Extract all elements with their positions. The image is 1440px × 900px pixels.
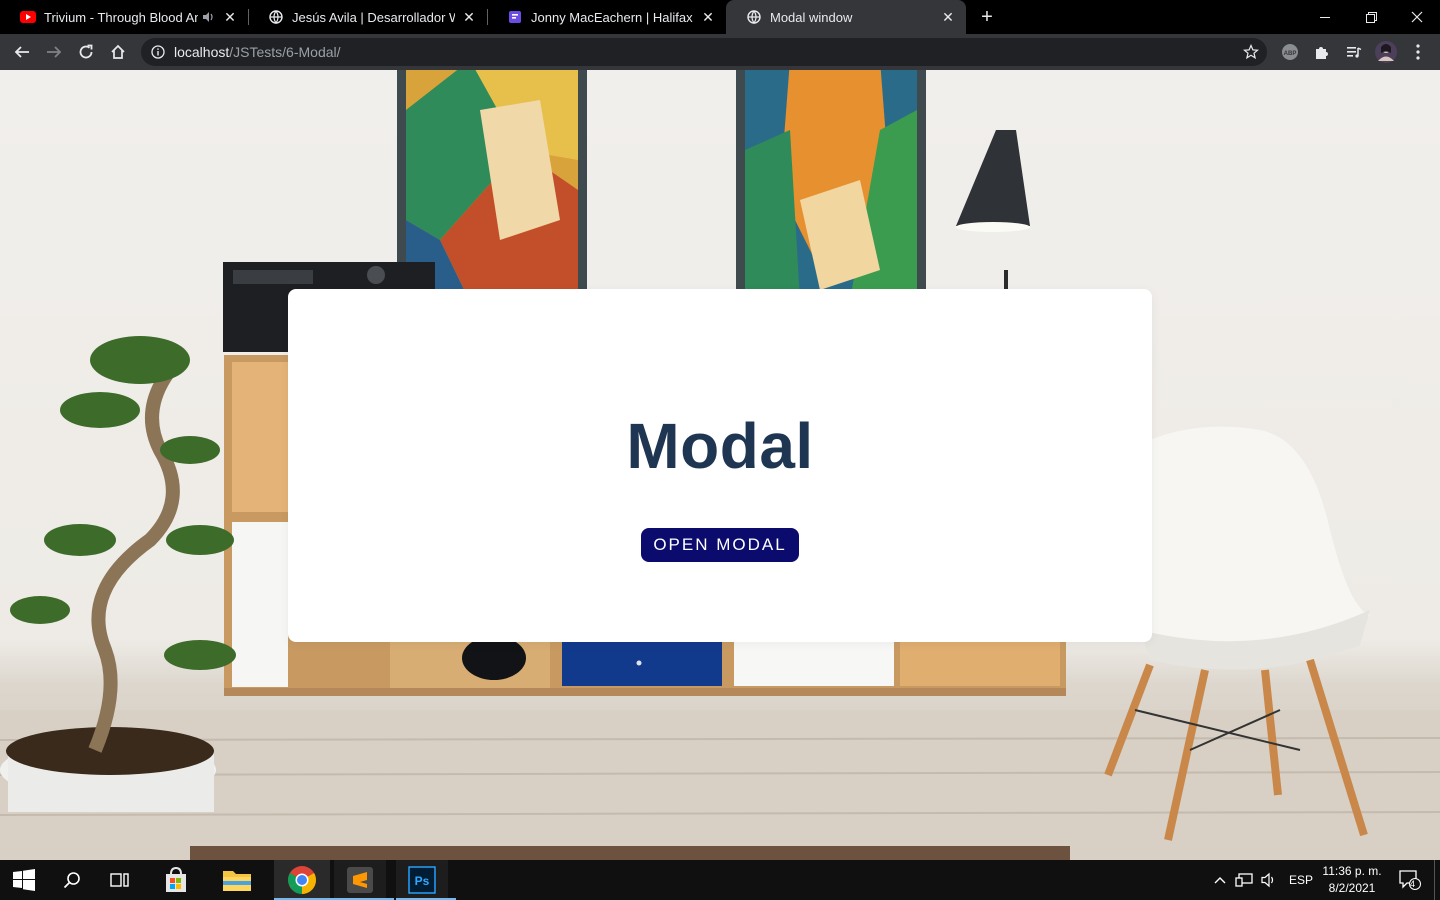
minimize-button[interactable]	[1302, 0, 1348, 34]
photoshop-icon[interactable]: Ps	[396, 860, 456, 900]
close-icon[interactable]: ✕	[222, 9, 238, 25]
search-icon[interactable]	[48, 860, 96, 900]
tab-strip: Trivium - Through Blood And ✕ Jesús Avil…	[0, 0, 1440, 34]
menu-kebab-icon[interactable]	[1407, 41, 1429, 63]
task-view-icon[interactable]	[96, 860, 144, 900]
globe-icon	[746, 9, 762, 25]
new-tab-button[interactable]: +	[976, 6, 998, 28]
tab-jonny-maceachern[interactable]: Jonny MacEachern | Halifax Word ✕	[487, 0, 726, 34]
tab-title: Modal window	[770, 9, 853, 25]
forward-button[interactable]	[40, 38, 68, 66]
reload-button[interactable]	[72, 38, 100, 66]
site-info-icon[interactable]	[150, 44, 166, 60]
language-indicator[interactable]: ESP	[1289, 873, 1313, 887]
bookmark-star-icon[interactable]	[1242, 43, 1260, 60]
modal-card: Modal OPEN MODAL	[288, 289, 1152, 642]
show-desktop-button[interactable]	[1434, 860, 1440, 900]
open-modal-button[interactable]: OPEN MODAL	[641, 528, 799, 562]
page-viewport: Modal OPEN MODAL	[0, 70, 1440, 860]
sublime-icon[interactable]	[334, 860, 394, 900]
clock-date: 8/2/2021	[1328, 881, 1376, 895]
clock-time: 11:36 p. m.	[1322, 864, 1382, 878]
svg-text:Ps: Ps	[415, 874, 430, 888]
windows-taskbar: Ps ESP 11:36 p. m. 8/2/2021 4	[0, 860, 1440, 900]
start-icon[interactable]	[0, 860, 48, 900]
close-icon[interactable]: ✕	[940, 9, 956, 25]
page-title: Modal	[626, 410, 814, 482]
back-button[interactable]	[8, 38, 36, 66]
chrome-icon[interactable]	[274, 860, 334, 900]
abp-icon[interactable]: ABP	[1279, 41, 1301, 63]
profile-avatar[interactable]	[1375, 41, 1397, 63]
clock[interactable]: 11:36 p. m. 8/2/2021	[1316, 863, 1388, 897]
tab-youtube[interactable]: Trivium - Through Blood And ✕	[0, 0, 248, 34]
tab-jesus-avila[interactable]: Jesús Avila | Desarrollador Web ✕	[248, 0, 487, 34]
media-queue-icon[interactable]	[1343, 41, 1365, 63]
close-icon[interactable]: ✕	[461, 9, 477, 25]
store-icon[interactable]	[152, 860, 200, 900]
audio-playing-icon[interactable]	[202, 11, 216, 23]
url-text[interactable]: localhost/JSTests/6-Modal/	[174, 44, 341, 60]
close-icon[interactable]: ✕	[700, 9, 716, 25]
tab-title: Trivium - Through Blood And	[44, 9, 198, 25]
home-button[interactable]	[104, 38, 132, 66]
page-icon	[507, 9, 523, 25]
notification-center-icon[interactable]: 4	[1390, 860, 1430, 900]
tab-title: Jesús Avila | Desarrollador Web	[292, 9, 455, 25]
address-bar[interactable]: localhost/JSTests/6-Modal/	[141, 38, 1267, 66]
notification-count: 4	[1410, 879, 1416, 889]
puzzle-icon[interactable]	[1311, 41, 1333, 63]
volume-icon[interactable]	[1252, 860, 1286, 900]
globe-icon	[268, 9, 284, 25]
close-window-button[interactable]	[1394, 0, 1440, 34]
tab-modal-window[interactable]: Modal window ✕	[726, 0, 966, 34]
file-explorer-icon[interactable]	[213, 860, 261, 900]
youtube-icon	[20, 9, 36, 25]
restore-button[interactable]	[1348, 0, 1394, 34]
tab-title: Jonny MacEachern | Halifax Word	[531, 9, 694, 25]
svg-text:ABP: ABP	[1284, 51, 1297, 57]
